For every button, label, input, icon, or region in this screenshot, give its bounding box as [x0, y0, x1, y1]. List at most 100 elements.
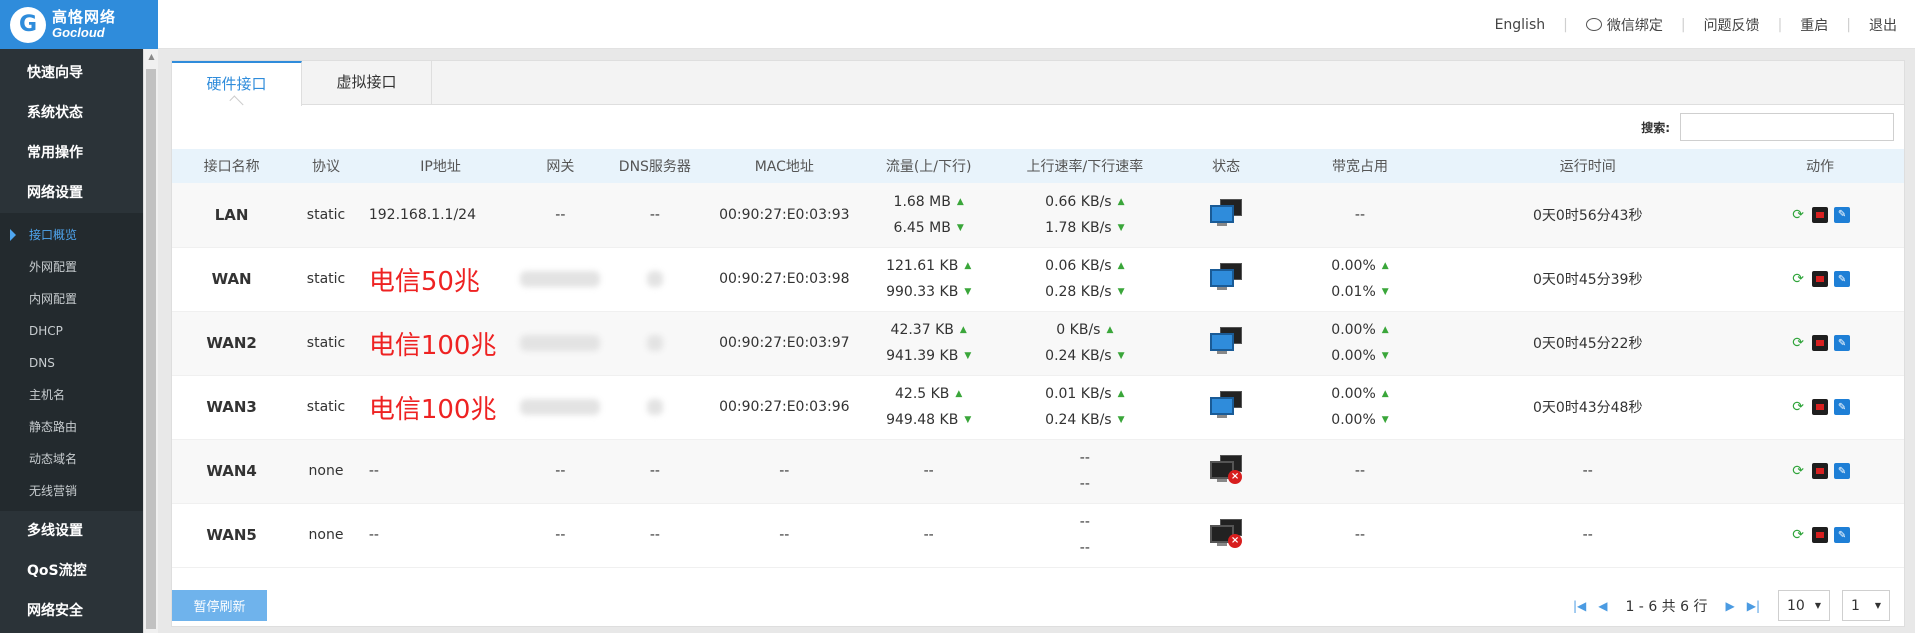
col-header-name[interactable]: 接口名称 — [172, 149, 292, 183]
scroll-up-arrow-icon[interactable]: ▲ — [144, 49, 159, 63]
feedback-link[interactable]: 问题反馈 — [1686, 15, 1778, 35]
sidebar-item-system-status[interactable]: 系统状态 — [0, 93, 143, 133]
line-note: 电信100兆 — [368, 330, 497, 361]
col-header-mac[interactable]: MAC地址 — [709, 149, 860, 183]
last-page-icon[interactable]: ▶| — [1747, 599, 1760, 613]
refresh-icon[interactable]: ⟳ — [1790, 527, 1806, 543]
language-link[interactable]: English — [1477, 17, 1564, 33]
pause-refresh-button[interactable]: 暂停刷新 — [172, 590, 267, 621]
interface-dns: -- — [600, 503, 710, 568]
table-row[interactable]: WAN2 static 电信100兆 00:90:27:E0:03:97 42.… — [172, 311, 1904, 376]
sidebar-subitem-wireless-marketing[interactable]: 无线营销 — [0, 475, 143, 507]
sidebar-subitem-static-route[interactable]: 静态路由 — [0, 411, 143, 443]
interface-uptime: 0天0时56分43秒 — [1439, 183, 1737, 248]
arrow-up-icon: ▲ — [1106, 325, 1114, 335]
edit-icon[interactable]: ✎ — [1834, 271, 1851, 287]
refresh-icon[interactable]: ⟳ — [1790, 207, 1806, 223]
col-header-gateway[interactable]: 网关 — [520, 149, 601, 183]
interface-name: WAN4 — [172, 439, 292, 504]
sidebar-subitem-ddns[interactable]: 动态域名 — [0, 443, 143, 475]
arrow-up-icon: ▲ — [1381, 261, 1389, 271]
edit-icon[interactable]: ✎ — [1834, 399, 1851, 415]
col-header-status[interactable]: 状态 — [1171, 149, 1281, 183]
sidebar-subitem-interface-overview[interactable]: 接口概览 — [0, 219, 143, 251]
col-header-bandwidth[interactable]: 带宽占用 — [1280, 149, 1440, 183]
table-row[interactable]: WAN4 none -- -- -- -- -- -- -- × -- -- ⟳… — [172, 439, 1904, 504]
traffic-up: 42.37 KB — [890, 322, 954, 338]
sidebar-subitem-wan-config[interactable]: 外网配置 — [0, 251, 143, 283]
disconnect-icon[interactable] — [1812, 527, 1829, 543]
interface-actions: ⟳ ✎ — [1736, 311, 1904, 376]
edit-icon[interactable]: ✎ — [1834, 335, 1851, 351]
page-size-select[interactable]: 10 ▼ — [1778, 590, 1830, 621]
table-row[interactable]: WAN3 static 电信100兆 00:90:27:E0:03:96 42.… — [172, 375, 1904, 440]
sidebar-subitem-hostname[interactable]: 主机名 — [0, 379, 143, 411]
main-panel: 硬件接口 虚拟接口 搜索: 接口名称 协议 IP地址 网关 DNS服务器 MAC… — [171, 60, 1905, 627]
first-page-icon[interactable]: |◀ — [1573, 599, 1586, 613]
disconnect-icon[interactable] — [1812, 271, 1829, 287]
chevron-down-icon: ▼ — [1874, 601, 1881, 610]
traffic-down: 941.39 KB — [886, 348, 959, 364]
col-header-ip[interactable]: IP地址 — [360, 149, 521, 183]
tab-hardware-interfaces[interactable]: 硬件接口 — [172, 61, 302, 106]
sidebar-item-qos[interactable]: QoS流控 — [0, 551, 143, 591]
sidebar-subitem-lan-config[interactable]: 内网配置 — [0, 283, 143, 315]
table-header-row: 接口名称 协议 IP地址 网关 DNS服务器 MAC地址 流量(上/下行) 上行… — [172, 149, 1904, 183]
disconnect-icon[interactable] — [1812, 335, 1829, 351]
col-header-protocol[interactable]: 协议 — [291, 149, 361, 183]
interface-ip: -- — [360, 503, 521, 568]
sidebar-subitem-dhcp[interactable]: DHCP — [0, 315, 143, 347]
traffic-up: 42.5 KB — [895, 386, 950, 402]
interface-uptime: 0天0时45分39秒 — [1439, 247, 1737, 312]
sidebar-subitem-dns[interactable]: DNS — [0, 347, 143, 379]
next-page-icon[interactable]: ▶ — [1725, 599, 1734, 613]
table-row[interactable]: WAN static 电信50兆 00:90:27:E0:03:98 121.6… — [172, 247, 1904, 312]
logout-link[interactable]: 退出 — [1851, 15, 1915, 35]
arrow-down-icon: ▼ — [1117, 287, 1125, 297]
refresh-icon[interactable]: ⟳ — [1790, 399, 1806, 415]
disconnect-icon[interactable] — [1812, 206, 1829, 223]
disconnect-icon[interactable] — [1812, 463, 1829, 479]
col-header-dns[interactable]: DNS服务器 — [600, 149, 710, 183]
interface-rate: 0.06 KB/s ▲ 0.28 KB/s ▼ — [998, 247, 1172, 312]
sidebar-item-network-security[interactable]: 网络安全 — [0, 591, 143, 631]
cloud-logo-icon: G — [10, 6, 46, 43]
sidebar-item-quick-wizard[interactable]: 快速向导 — [0, 53, 143, 93]
prev-page-icon[interactable]: ◀ — [1598, 599, 1607, 613]
edit-icon[interactable]: ✎ — [1834, 206, 1851, 223]
interface-mac: 00:90:27:E0:03:97 — [709, 311, 860, 376]
brand-logo[interactable]: G 高恪网络 Gocloud — [0, 0, 158, 49]
sidebar-item-common-ops[interactable]: 常用操作 — [0, 133, 143, 173]
col-header-uptime[interactable]: 运行时间 — [1439, 149, 1737, 183]
interface-ip: 电信50兆 — [360, 247, 521, 312]
brand-name-en: Gocloud — [52, 24, 105, 40]
interface-mac: 00:90:27:E0:03:98 — [709, 247, 860, 312]
refresh-icon[interactable]: ⟳ — [1790, 271, 1806, 287]
rate-down: 0.24 KB/s — [1045, 348, 1112, 364]
scroll-thumb[interactable] — [146, 69, 156, 629]
disconnect-icon[interactable] — [1812, 399, 1829, 415]
sidebar-scrollbar[interactable]: ▲ — [143, 49, 158, 633]
search-input[interactable] — [1680, 113, 1894, 141]
tab-virtual-interfaces[interactable]: 虚拟接口 — [302, 61, 432, 105]
col-header-rate[interactable]: 上行速率/下行速率 — [998, 149, 1172, 183]
sidebar-item-multiline[interactable]: 多线设置 — [0, 511, 143, 551]
interface-mac: -- — [709, 439, 860, 504]
rate-up: 0.66 KB/s — [1045, 193, 1112, 210]
edit-icon[interactable]: ✎ — [1834, 527, 1851, 543]
refresh-icon[interactable]: ⟳ — [1790, 463, 1806, 479]
reboot-link[interactable]: 重启 — [1782, 15, 1846, 35]
table-row[interactable]: LAN static 192.168.1.1/24 -- -- 00:90:27… — [172, 183, 1904, 248]
table-row[interactable]: WAN5 none -- -- -- -- -- -- -- × -- -- ⟳… — [172, 503, 1904, 568]
interface-uptime: 0天0时45分22秒 — [1439, 311, 1737, 376]
interface-uptime: -- — [1439, 503, 1737, 568]
refresh-icon[interactable]: ⟳ — [1790, 335, 1806, 351]
edit-icon[interactable]: ✎ — [1834, 463, 1851, 479]
arrow-down-icon: ▼ — [964, 415, 972, 425]
page-number-select[interactable]: 1 ▼ — [1842, 590, 1890, 621]
arrow-up-icon: ▲ — [1381, 325, 1389, 335]
sidebar-item-network-settings[interactable]: 网络设置 — [0, 173, 143, 213]
interface-status — [1171, 375, 1281, 440]
col-header-traffic[interactable]: 流量(上/下行) — [859, 149, 999, 183]
wechat-bind-link[interactable]: 微信绑定 — [1568, 15, 1681, 35]
